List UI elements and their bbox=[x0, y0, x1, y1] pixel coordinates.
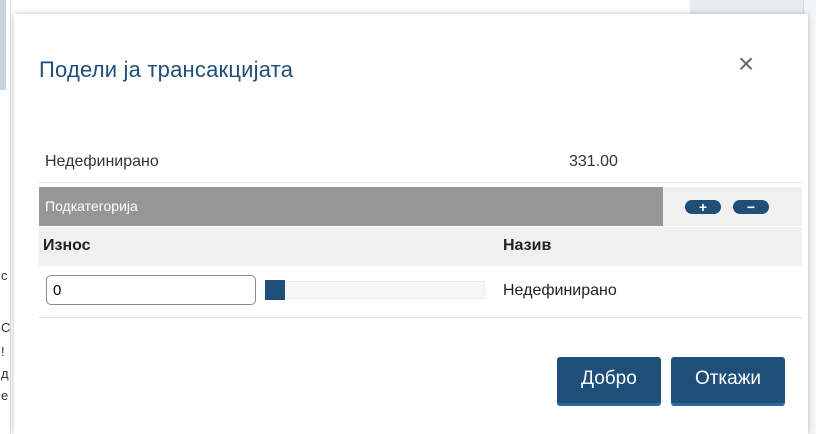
amount-slider-track[interactable] bbox=[265, 281, 485, 299]
amount-column-header: Износ bbox=[43, 237, 91, 254]
subcategory-bar: Подкатегорија bbox=[39, 187, 663, 226]
background-accent-strip bbox=[0, 0, 6, 90]
dialog-title: Подели ја трансакцијата bbox=[39, 57, 294, 82]
name-column-header: Назив bbox=[503, 237, 552, 254]
row-name: Недефинирано bbox=[503, 282, 617, 299]
amount-input[interactable] bbox=[46, 275, 256, 305]
subcategory-actions: + − bbox=[663, 187, 802, 226]
summary-amount: 331.00 bbox=[569, 153, 618, 170]
background-text-fragment: C bbox=[1, 320, 11, 335]
summary-category: Недефинирано bbox=[45, 153, 159, 170]
amount-slider-handle[interactable] bbox=[265, 280, 285, 300]
subcategory-label: Подкатегорија bbox=[45, 198, 138, 214]
background-text-fragment: д bbox=[1, 366, 9, 381]
background-text-fragment: c bbox=[1, 268, 8, 283]
split-transaction-dialog: Подели ја трансакцијата × Недефинирано 3… bbox=[14, 14, 808, 434]
table-header: Износ Назив bbox=[39, 227, 802, 266]
background-text-fragment: ! bbox=[1, 344, 5, 359]
remove-subcategory-button[interactable]: − bbox=[733, 200, 769, 214]
summary-row: Недефинирано 331.00 bbox=[39, 148, 802, 183]
ok-button[interactable]: Добро bbox=[557, 357, 661, 403]
table-row: Недефинирано bbox=[39, 267, 802, 318]
background-toolbar bbox=[690, 0, 816, 15]
cancel-button[interactable]: Откажи bbox=[671, 357, 785, 403]
close-icon[interactable]: × bbox=[732, 50, 760, 78]
background-text-fragment: e bbox=[1, 388, 9, 403]
add-subcategory-button[interactable]: + bbox=[685, 200, 721, 214]
